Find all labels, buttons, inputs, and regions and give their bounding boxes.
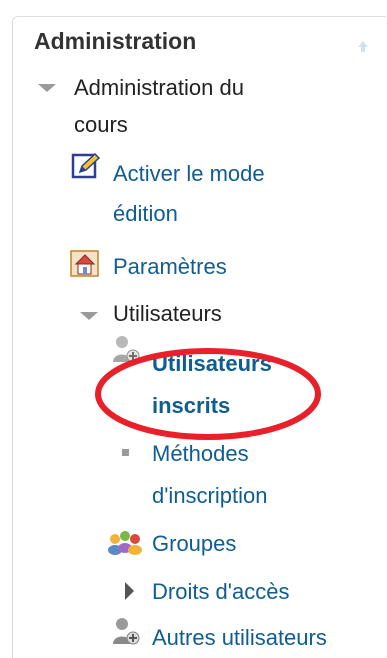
groups-link[interactable]: Groupes xyxy=(152,522,236,566)
expand-down-icon[interactable] xyxy=(38,84,56,92)
other-users-link[interactable]: Autres utilisateurs xyxy=(152,616,327,658)
enrol-methods-link-line1[interactable]: Méthodes xyxy=(152,432,249,476)
bullet-icon xyxy=(122,449,129,456)
permissions-link[interactable]: Droits d'accès xyxy=(152,570,289,614)
edit-pencil-icon xyxy=(71,152,101,180)
other-users-icon xyxy=(112,616,140,648)
edit-mode-link-line2[interactable]: édition xyxy=(113,192,178,236)
settings-link[interactable]: Paramètres xyxy=(113,245,227,289)
highlight-circle xyxy=(92,345,324,443)
groups-icon xyxy=(107,530,143,556)
expand-right-icon[interactable] xyxy=(125,582,134,600)
collapse-arrow-icon[interactable] xyxy=(355,38,371,54)
users-label[interactable]: Utilisateurs xyxy=(113,292,222,336)
expand-down-icon[interactable] xyxy=(80,312,98,320)
edit-mode-link-line1[interactable]: Activer le mode xyxy=(113,152,265,196)
course-admin-label-line2[interactable]: cours xyxy=(74,103,128,147)
enrol-methods-link-line2[interactable]: d'inscription xyxy=(152,474,267,518)
block-title: Administration xyxy=(34,28,197,54)
settings-icon xyxy=(70,250,100,278)
